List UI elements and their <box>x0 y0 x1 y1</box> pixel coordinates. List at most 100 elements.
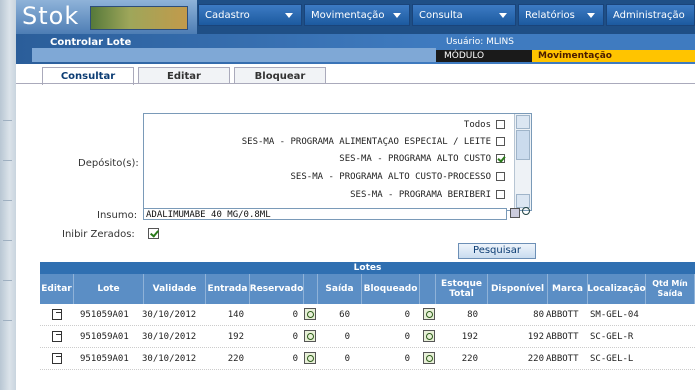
app-logo: Stok <box>16 0 197 34</box>
tab-editar[interactable]: Editar <box>138 67 230 84</box>
menu-administracao[interactable]: Administração <box>606 4 695 26</box>
col-qtd-min-saida: Qtd Mín Saída <box>646 274 695 304</box>
cell-marca: ABBOTT <box>546 354 579 364</box>
cell-entrada: 140 <box>227 310 244 320</box>
search-button[interactable]: Pesquisar <box>458 243 536 259</box>
col-marca: Marca <box>548 274 588 304</box>
cell-lote: 951059A01 <box>80 354 129 364</box>
lotes-table: Lotes Editar Lote Validade Entrada Reser… <box>40 262 695 390</box>
deposito-option-checkbox[interactable] <box>496 172 505 181</box>
edit-icon[interactable] <box>52 331 62 342</box>
deposito-option[interactable]: SES-MA - PROGRAMA BERIBERI <box>350 187 505 203</box>
menu-cadastro[interactable]: Cadastro <box>198 4 302 26</box>
header-divider <box>32 48 436 62</box>
cell-disponivel: 192 <box>527 332 544 342</box>
user-label: Usuário: MLINS <box>446 37 514 47</box>
scroll-up-icon[interactable] <box>516 115 530 129</box>
cell-reservado: 0 <box>292 310 298 320</box>
cell-entrada: 192 <box>227 332 244 342</box>
deposito-option-label: Todos <box>463 120 491 130</box>
table-header: Editar Lote Validade Entrada Reservado S… <box>40 274 695 304</box>
cell-marca: ABBOTT <box>546 332 579 342</box>
cell-saida: 0 <box>344 354 350 364</box>
col-reservado: Reservado <box>250 274 304 304</box>
deposito-option-checkbox[interactable] <box>496 154 505 163</box>
deposito-option-label: SES-MA - PROGRAMA BERIBERI <box>350 190 491 200</box>
menu-consulta[interactable]: Consulta <box>412 4 516 26</box>
menu-movimentacao[interactable]: Movimentação <box>304 4 410 26</box>
deposito-option-checkbox[interactable] <box>496 190 505 199</box>
deposito-option-label: SES-MA - PROGRAMA ALTO CUSTO <box>339 154 491 164</box>
menu-relatorios[interactable]: Relatórios <box>518 4 604 26</box>
edit-icon[interactable] <box>52 353 62 364</box>
magnifier-icon[interactable] <box>304 352 316 364</box>
cell-reservado: 0 <box>292 354 298 364</box>
cell-reservado: 0 <box>292 332 298 342</box>
module-value: Movimentação <box>532 50 695 62</box>
col-lote: Lote <box>74 274 144 304</box>
col-disponivel: Disponível <box>488 274 548 304</box>
col-entrada: Entrada <box>206 274 250 304</box>
deposito-option-label: SES-MA - PROGRAMA ALIMENTAÇAO ESPECIAL /… <box>241 137 491 147</box>
menu-cadastro-label: Cadastro <box>205 10 250 21</box>
edit-icon[interactable] <box>52 309 62 320</box>
menu-consulta-label: Consulta <box>419 10 463 21</box>
scroll-down-icon[interactable] <box>516 194 530 208</box>
inibir-label: Inibir Zerados: <box>62 229 135 240</box>
magnifier-icon[interactable] <box>304 308 316 320</box>
magnifier-icon[interactable] <box>304 330 316 342</box>
chevron-down-icon <box>499 13 507 18</box>
scroll-thumb[interactable] <box>516 130 530 160</box>
deposito-option[interactable]: SES-MA - PROGRAMA ALIMENTAÇAO ESPECIAL /… <box>242 134 505 150</box>
insumo-field[interactable]: ADALIMUMABE 40 MG/0.8ML <box>143 208 507 220</box>
deposito-option[interactable]: SES-MA - PROGRAMA ALTO CUSTO <box>339 151 505 167</box>
cell-lote: 951059A01 <box>80 310 129 320</box>
col-saida: Saída <box>318 274 362 304</box>
cell-estoque-total: 80 <box>467 310 478 320</box>
cell-bloqueado: 0 <box>404 354 410 364</box>
deposito-label: Depósito(s): <box>78 158 139 169</box>
magnifier-icon[interactable] <box>423 330 435 342</box>
cell-localizacao: SM-GEL-04 <box>590 310 639 320</box>
menu-administracao-label: Administração <box>613 10 685 21</box>
search-icon[interactable] <box>522 207 530 215</box>
table-row: 951059A01 30/10/2012 220 0 0 0 220 220 A… <box>40 348 695 370</box>
cell-marca: ABBOTT <box>546 310 579 320</box>
cell-saida: 0 <box>344 332 350 342</box>
deposito-option[interactable]: SES-MA - PROGRAMA ALTO CUSTO-PROCESSO <box>291 169 505 185</box>
deposito-option[interactable]: Todos <box>464 117 505 133</box>
deposito-option-checkbox[interactable] <box>496 120 505 129</box>
page-title: Controlar Lote <box>50 37 132 48</box>
deposito-listbox[interactable]: Todos SES-MA - PROGRAMA ALIMENTAÇAO ESPE… <box>143 113 532 211</box>
listbox-scrollbar[interactable] <box>514 114 531 210</box>
tab-bloquear[interactable]: Bloquear <box>234 67 326 84</box>
deposito-option-checkbox[interactable] <box>496 137 505 146</box>
menu-movimentacao-label: Movimentação <box>311 10 385 21</box>
cell-localizacao: SC-GEL-L <box>590 354 634 364</box>
page-header-bar: Controlar Lote Usuário: MLINS MÓDULO Mov… <box>16 34 695 64</box>
col-editar: Editar <box>40 274 74 304</box>
tab-underline <box>16 83 695 84</box>
table-row: 951059A01 30/10/2012 140 0 60 0 80 80 AB… <box>40 304 695 326</box>
lookup-icon[interactable] <box>510 208 520 218</box>
page-header-left: Controlar Lote <box>16 34 436 64</box>
magnifier-icon[interactable] <box>423 352 435 364</box>
inibir-checkbox[interactable] <box>148 228 159 239</box>
tab-strip: Consultar Editar Bloquear <box>16 64 695 85</box>
chevron-down-icon <box>587 13 595 18</box>
chevron-down-icon <box>393 13 401 18</box>
cell-validade: 30/10/2012 <box>142 354 197 364</box>
insumo-label: Insumo: <box>97 210 138 221</box>
cell-entrada: 220 <box>227 354 244 364</box>
chevron-down-icon <box>285 13 293 18</box>
cell-localizacao: SC-GEL-R <box>590 332 634 342</box>
col-bloqueado-detail <box>420 274 436 304</box>
cell-bloqueado: 0 <box>404 310 410 320</box>
magnifier-icon[interactable] <box>423 308 435 320</box>
cell-disponivel: 220 <box>527 354 544 364</box>
logo-banner-image <box>90 6 188 30</box>
col-bloqueado: Bloqueado <box>362 274 420 304</box>
cell-bloqueado: 0 <box>404 332 410 342</box>
col-localizacao: Localização <box>587 274 646 304</box>
logo-text: Stok <box>22 2 80 30</box>
